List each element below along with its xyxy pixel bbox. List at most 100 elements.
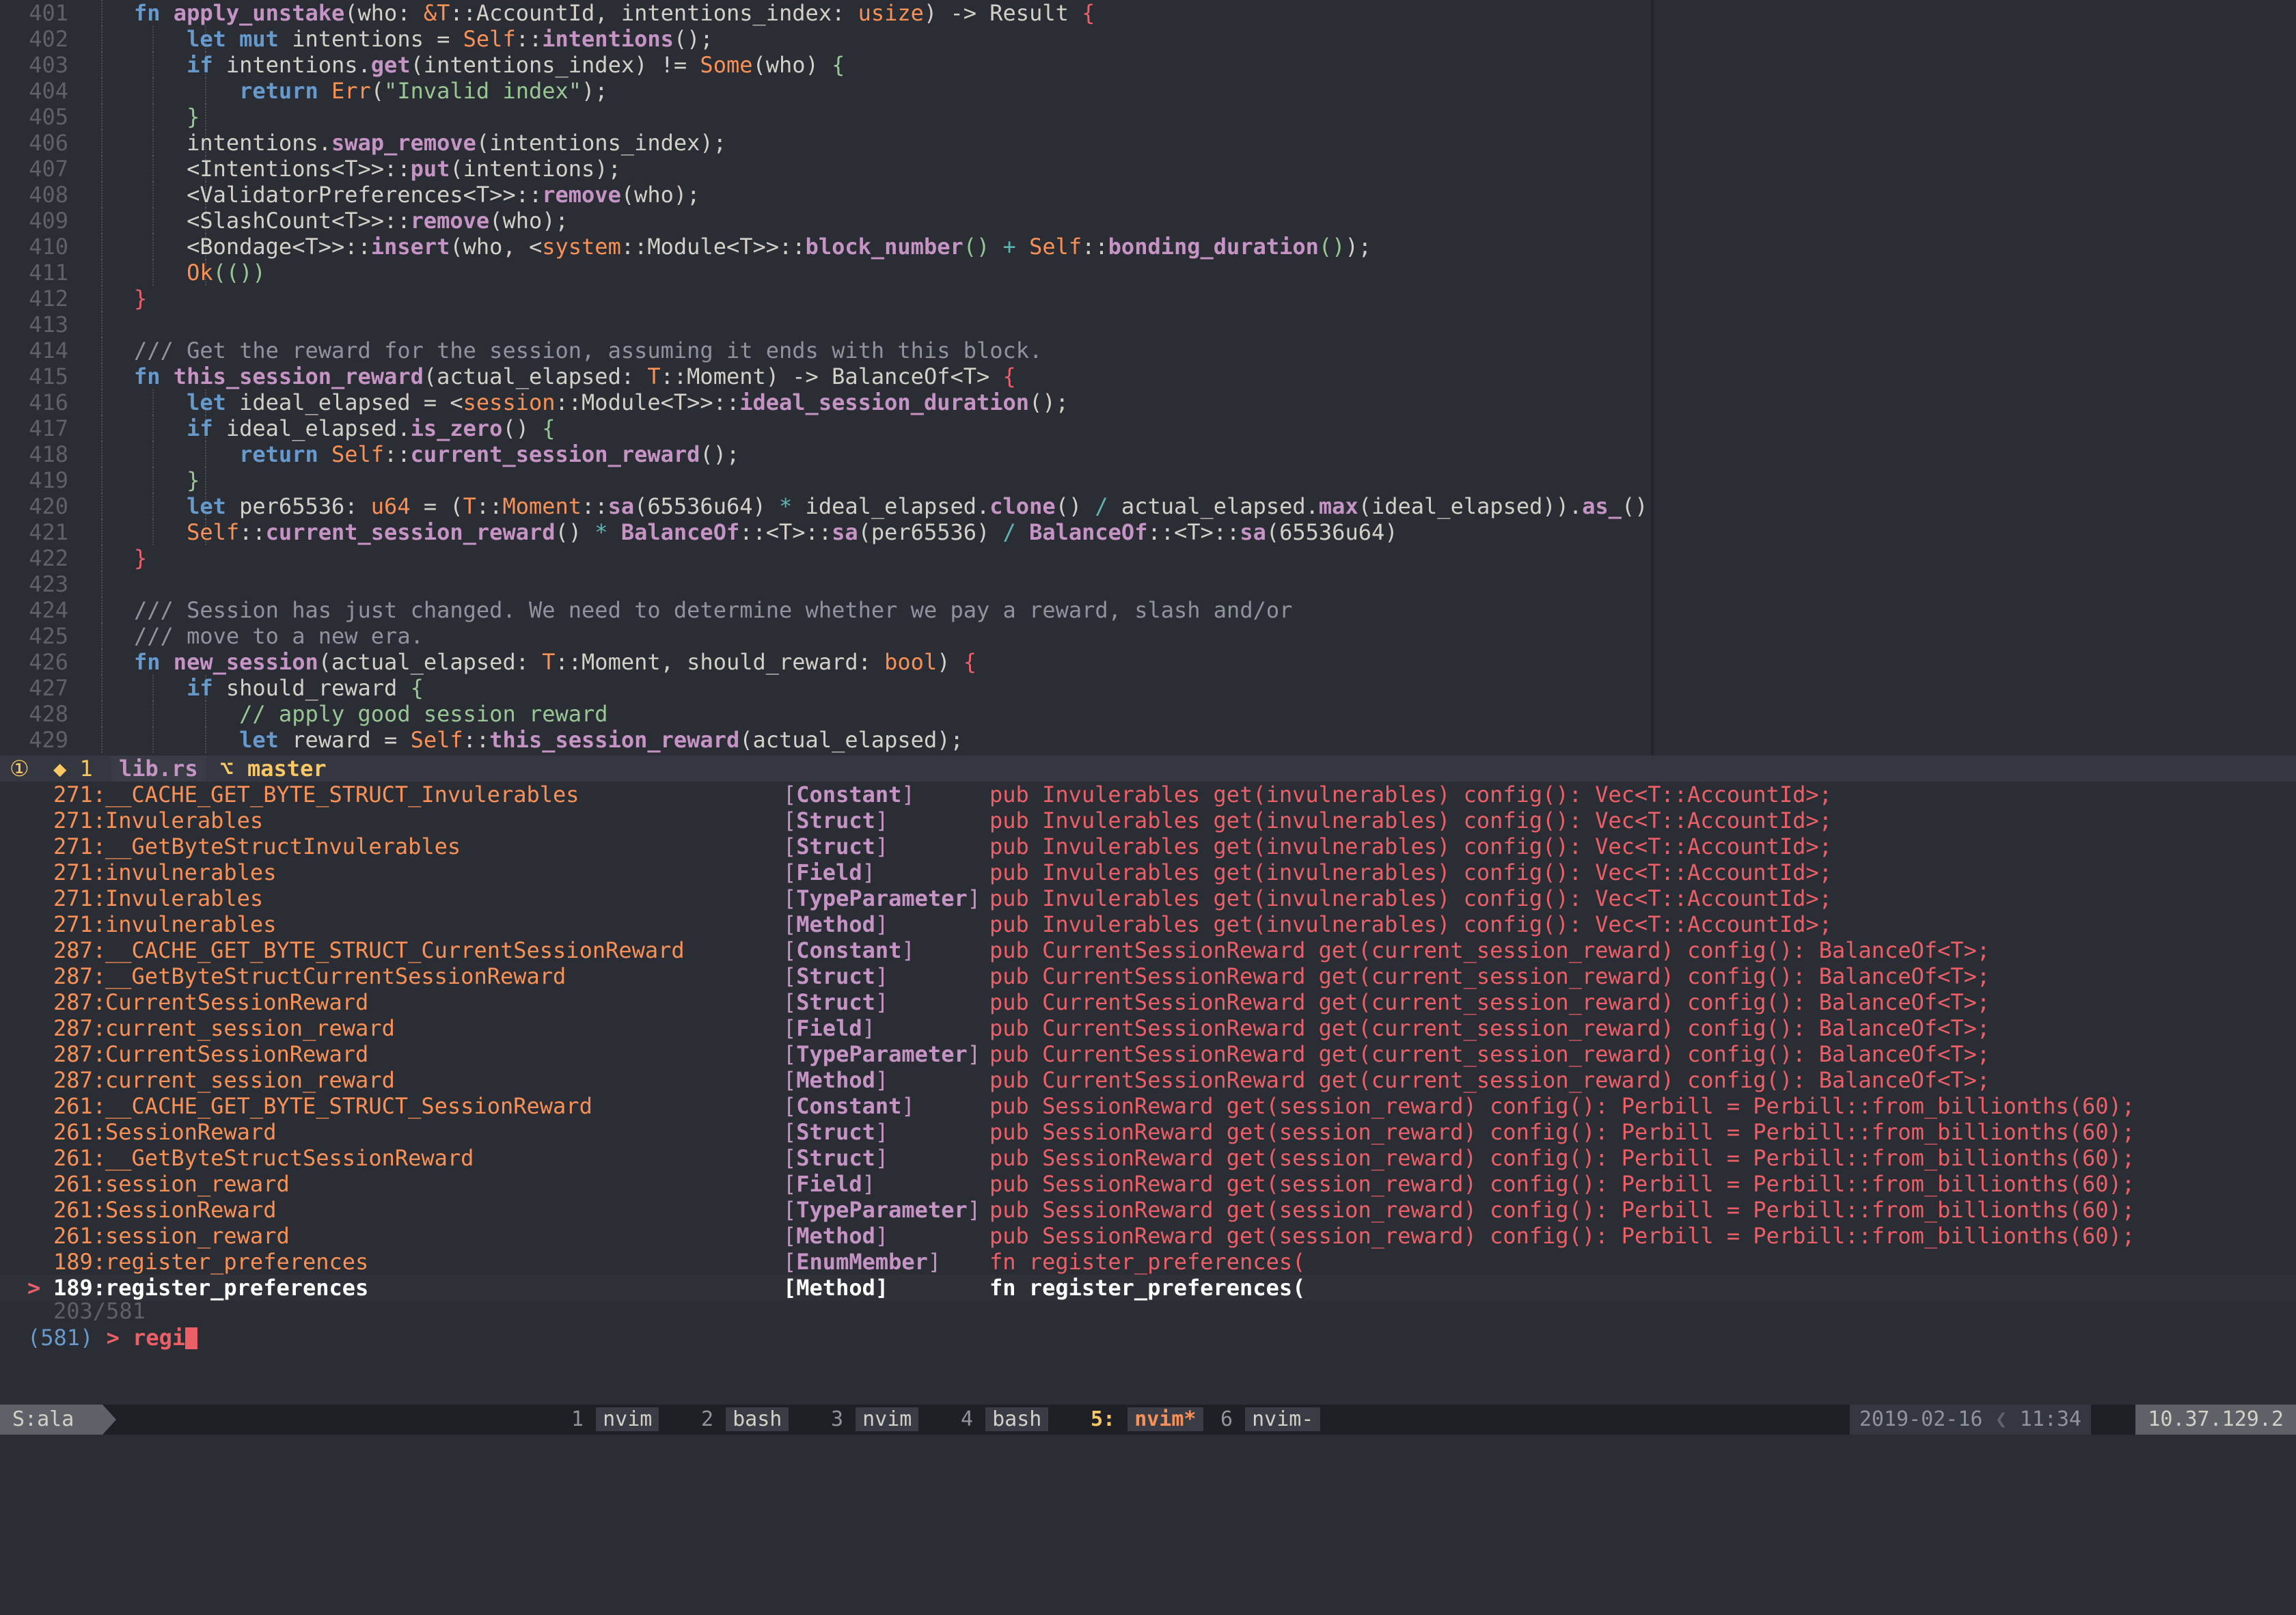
indent-guide bbox=[101, 130, 102, 156]
result-line-number: 271: bbox=[53, 782, 107, 808]
tmux-window-tab[interactable]: 2 bash bbox=[692, 1405, 798, 1435]
result-code-preview: pub SessionReward get(session_reward) co… bbox=[989, 1093, 2135, 1119]
line-number: 415 bbox=[29, 363, 68, 389]
tmux-status-bar: S:ala 1 nvim 2 bash 3 nvim 4 bash 5: nvim* 6 … bbox=[0, 1405, 2296, 1435]
code-text: fn this_session_reward(actual_elapsed: T… bbox=[134, 363, 1016, 389]
indent-guide bbox=[101, 0, 102, 26]
line-number: 424 bbox=[29, 597, 68, 623]
result-row[interactable]: 189: register_preferences [EnumMember] fn r… bbox=[0, 1249, 2296, 1275]
indent-guide bbox=[101, 26, 102, 52]
result-symbol-name: session_reward bbox=[105, 1223, 290, 1249]
result-row[interactable]: 271: Invulerables [TypeParameter] pub Invul… bbox=[0, 885, 2296, 911]
result-row[interactable]: 271: __GetByteStructInvulerables [Struct] p… bbox=[0, 833, 2296, 859]
result-line-number: 261: bbox=[53, 1171, 107, 1197]
indent-guide bbox=[101, 467, 102, 493]
result-row[interactable]: 287: CurrentSessionReward [TypeParameter] p… bbox=[0, 1041, 2296, 1067]
code-editor-pane[interactable]: 401 fn apply_unstake(who: &T::AccountId, … bbox=[0, 0, 1661, 755]
line-number: 409 bbox=[29, 208, 68, 234]
line-number: 425 bbox=[29, 623, 68, 649]
result-row[interactable]: 287: current_session_reward [Method] pub Cu… bbox=[0, 1067, 2296, 1093]
tmux-window-tab[interactable]: 5: nvim* bbox=[1081, 1405, 1213, 1435]
result-row[interactable]: 261: session_reward [Method] pub SessionRew… bbox=[0, 1223, 2296, 1249]
git-branch-icon: ⌥ bbox=[220, 756, 234, 782]
result-row[interactable]: 261: session_reward [Field] pub SessionRewa… bbox=[0, 1171, 2296, 1197]
indent-guide bbox=[101, 571, 102, 597]
indent-guide bbox=[101, 623, 102, 649]
result-line-number: 189: bbox=[53, 1275, 107, 1301]
indent-guide bbox=[101, 182, 102, 208]
result-symbol-name: Invulerables bbox=[105, 808, 264, 833]
code-text: fn apply_unstake(who: &T::AccountId, int… bbox=[134, 0, 1095, 26]
result-code-preview: pub CurrentSessionReward get(current_ses… bbox=[989, 1015, 1991, 1041]
result-code-preview: pub Invulerables get(invulnerables) conf… bbox=[989, 885, 1832, 911]
result-symbol-name: __GetByteStructSessionReward bbox=[105, 1145, 474, 1171]
result-symbol-name: invulnerables bbox=[105, 911, 277, 937]
line-number: 411 bbox=[29, 260, 68, 286]
result-row[interactable]: 261: SessionReward [TypeParameter] pub Sess… bbox=[0, 1197, 2296, 1223]
code-text: Ok(()) bbox=[187, 260, 266, 286]
indent-guide bbox=[101, 701, 102, 727]
code-text: /// move to a new era. bbox=[134, 623, 424, 649]
code-text: // apply good session reward bbox=[239, 701, 608, 727]
result-row[interactable]: 271: Invulerables [Struct] pub Invulerables… bbox=[0, 808, 2296, 833]
diagnostics-warning-count: ◆ 1 bbox=[53, 756, 93, 782]
code-text: intentions.swap_remove(intentions_index)… bbox=[134, 130, 726, 156]
line-number: 402 bbox=[29, 26, 68, 52]
line-number: 414 bbox=[29, 337, 68, 363]
result-symbol-name: register_preferences bbox=[105, 1275, 369, 1301]
filename-label: lib.rs bbox=[111, 756, 206, 782]
result-code-preview: pub Invulerables get(invulnerables) conf… bbox=[989, 782, 1832, 808]
result-symbol-name: __GetByteStructCurrentSessionReward bbox=[105, 963, 566, 989]
result-row[interactable]: 261: __GetByteStructSessionReward [Struct]… bbox=[0, 1145, 2296, 1171]
result-symbol-kind: [Method] bbox=[783, 1067, 889, 1093]
result-row[interactable]: 271: invulnerables [Method] pub Invulerable… bbox=[0, 911, 2296, 937]
code-text: Self::current_session_reward() * Balance… bbox=[187, 519, 1398, 545]
result-row[interactable]: 261: __CACHE_GET_BYTE_STRUCT_SessionRewar… bbox=[0, 1093, 2296, 1119]
tmux-window-tab[interactable]: 6 nvim- bbox=[1211, 1405, 1330, 1435]
search-prompt[interactable]: (581) > regi bbox=[27, 1325, 198, 1351]
result-line-number: 261: bbox=[53, 1145, 107, 1171]
result-row[interactable]: 287: __CACHE_GET_BYTE_STRUCT_CurrentSessi… bbox=[0, 937, 2296, 963]
result-code-preview: pub Invulerables get(invulnerables) conf… bbox=[989, 808, 1832, 833]
line-number: 407 bbox=[29, 156, 68, 182]
indent-guide bbox=[101, 441, 102, 467]
indent-guide bbox=[101, 260, 102, 286]
selected-result-row[interactable]: >189: register_preferences [Method] fn regi… bbox=[0, 1275, 2296, 1301]
result-row[interactable]: 287: __GetByteStructCurrentSessionReward [… bbox=[0, 963, 2296, 989]
tmux-window-tab[interactable]: 1 nvim bbox=[562, 1405, 668, 1435]
search-query-input[interactable]: regi bbox=[133, 1325, 185, 1351]
tmux-window-tab[interactable]: 4 bash bbox=[951, 1405, 1058, 1435]
diagnostics-info-icon: ① bbox=[10, 756, 29, 782]
result-row[interactable]: 287: current_session_reward [Field] pub Cur… bbox=[0, 1015, 2296, 1041]
result-code-preview: pub Invulerables get(invulnerables) conf… bbox=[989, 833, 1832, 859]
code-text: } bbox=[134, 545, 148, 571]
result-symbol-name: Invulerables bbox=[105, 885, 264, 911]
tmux-time: 11:34 bbox=[2019, 1407, 2081, 1431]
result-symbol-kind: [TypeParameter] bbox=[783, 1197, 981, 1223]
result-row[interactable]: 287: CurrentSessionReward [Struct] pub Curr… bbox=[0, 989, 2296, 1015]
result-code-preview: fn register_preferences( bbox=[989, 1249, 1306, 1275]
result-symbol-kind: [Struct] bbox=[783, 989, 889, 1015]
line-number: 419 bbox=[29, 467, 68, 493]
result-line-number: 271: bbox=[53, 885, 107, 911]
result-row[interactable]: 271: __CACHE_GET_BYTE_STRUCT_Invulerables… bbox=[0, 782, 2296, 808]
result-symbol-name: SessionReward bbox=[105, 1119, 277, 1145]
tmux-window-tab[interactable]: 3 nvim bbox=[821, 1405, 928, 1435]
result-symbol-name: CurrentSessionReward bbox=[105, 989, 369, 1015]
code-text: fn new_session(actual_elapsed: T::Moment… bbox=[134, 649, 976, 675]
selection-pointer-icon: > bbox=[27, 1275, 41, 1301]
result-line-number: 287: bbox=[53, 1015, 107, 1041]
indent-guide bbox=[205, 467, 206, 493]
result-code-preview: pub CurrentSessionReward get(current_ses… bbox=[989, 1067, 1991, 1093]
result-symbol-kind: [Struct] bbox=[783, 963, 889, 989]
result-row[interactable]: 261: SessionReward [Struct] pub SessionRewa… bbox=[0, 1119, 2296, 1145]
line-number: 408 bbox=[29, 182, 68, 208]
result-row[interactable]: 271: invulnerables [Field] pub Invulerables… bbox=[0, 859, 2296, 885]
indent-guide bbox=[101, 104, 102, 130]
result-code-preview: pub SessionReward get(session_reward) co… bbox=[989, 1119, 2135, 1145]
code-text: /// Get the reward for the session, assu… bbox=[134, 337, 1043, 363]
line-number: 405 bbox=[29, 104, 68, 130]
result-line-number: 261: bbox=[53, 1093, 107, 1119]
result-symbol-kind: [Constant] bbox=[783, 937, 915, 963]
indent-guide bbox=[101, 337, 102, 363]
